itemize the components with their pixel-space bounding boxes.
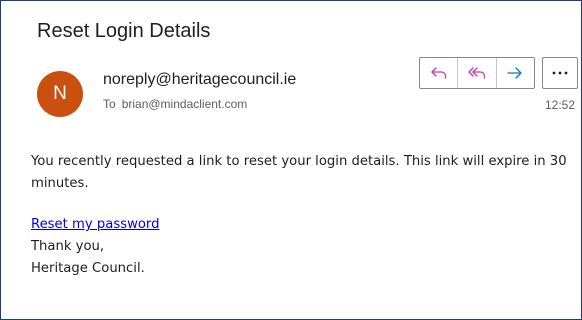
closing-line: Thank you, xyxy=(31,239,105,254)
sender-avatar[interactable]: N xyxy=(37,71,83,117)
message-actions xyxy=(419,57,535,89)
forward-icon xyxy=(507,67,522,79)
recipient-address[interactable]: brian@mindaclient.com xyxy=(122,97,248,111)
message-body: You recently requested a link to reset y… xyxy=(31,151,571,280)
email-reading-pane: Reset Login Details N noreply@heritageco… xyxy=(0,0,582,320)
signature: Heritage Council. xyxy=(31,261,145,276)
body-paragraph: You recently requested a link to reset y… xyxy=(31,154,567,191)
sender-avatar-initial: N xyxy=(53,83,67,104)
recipient-line: To brian@mindaclient.com xyxy=(103,97,247,111)
email-subject: Reset Login Details xyxy=(37,20,211,42)
recipient-label: To xyxy=(103,97,116,111)
reply-all-icon xyxy=(468,67,486,79)
sender-address[interactable]: noreply@heritagecouncil.ie xyxy=(103,71,296,89)
message-time: 12:52 xyxy=(544,98,575,112)
reset-password-link[interactable]: Reset my password xyxy=(31,214,159,236)
more-icon xyxy=(552,71,568,75)
forward-button[interactable] xyxy=(495,58,534,88)
reply-all-button[interactable] xyxy=(457,58,495,88)
more-actions-button[interactable] xyxy=(542,57,578,89)
reply-button[interactable] xyxy=(420,58,457,88)
reply-icon xyxy=(431,67,446,79)
